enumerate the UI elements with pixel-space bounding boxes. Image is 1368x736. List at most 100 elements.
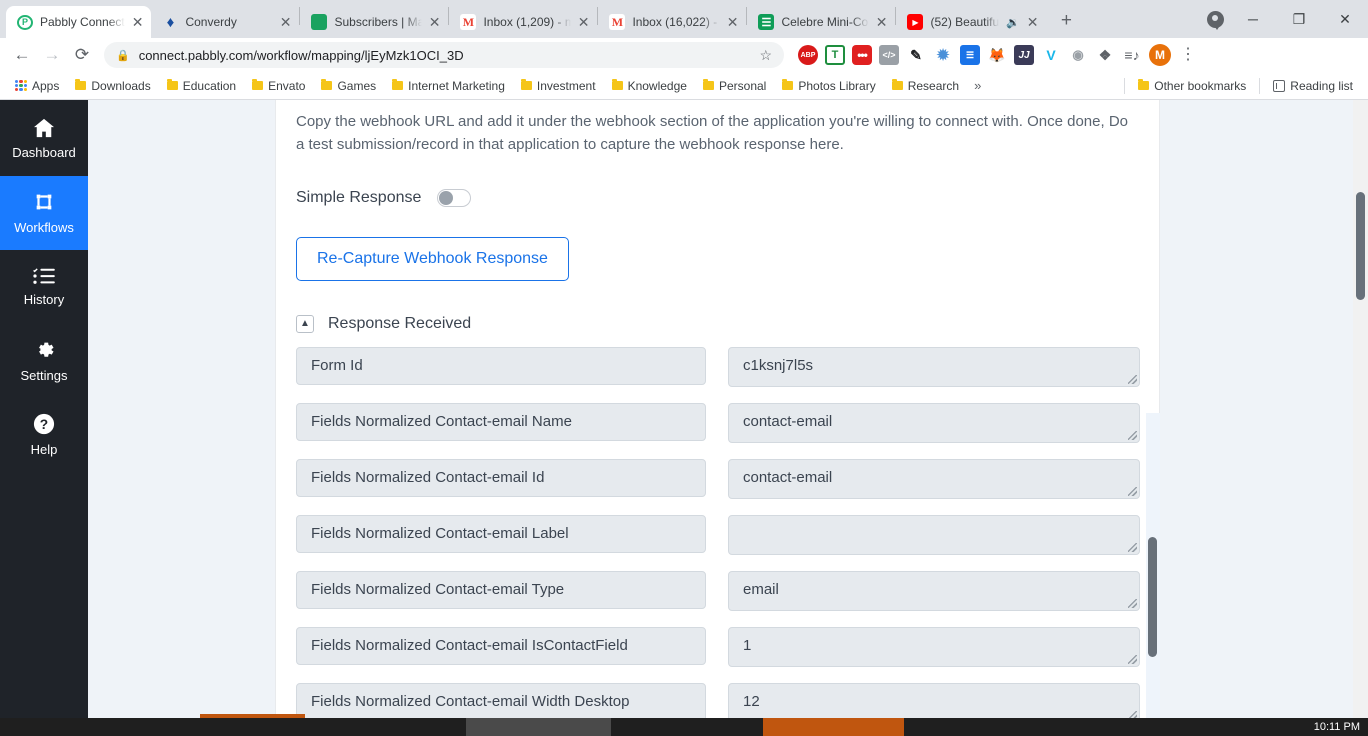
bookmark-downloads[interactable]: Downloads bbox=[68, 76, 157, 96]
response-list-scrollbar-thumb[interactable] bbox=[1148, 537, 1157, 657]
taskbar-segment[interactable] bbox=[904, 718, 1368, 736]
browser-tab[interactable]: M Inbox (16,022) - h ✕ bbox=[598, 6, 746, 38]
jj-icon[interactable]: JJ bbox=[1014, 45, 1034, 65]
list-check-icon bbox=[33, 267, 55, 285]
window-maximize-button[interactable]: ❐ bbox=[1276, 0, 1322, 38]
adblock-plus-icon[interactable]: ABP bbox=[798, 45, 818, 65]
avatar[interactable]: M bbox=[1149, 44, 1171, 66]
browser-tab[interactable]: Subscribers | Mai ✕ bbox=[300, 6, 448, 38]
bookmark-apps[interactable]: Apps bbox=[8, 76, 66, 96]
taskbar-segment[interactable] bbox=[0, 718, 466, 736]
tab-audio-muted-icon[interactable]: 🔉 bbox=[1006, 16, 1020, 29]
page-body: Copy the webhook URL and add it under th… bbox=[88, 100, 1368, 718]
bookmark-label: Research bbox=[907, 78, 960, 93]
response-field-value[interactable]: email bbox=[728, 570, 1140, 611]
bookmark-research[interactable]: Research bbox=[885, 76, 966, 96]
bookmark-games[interactable]: Games bbox=[314, 76, 383, 96]
tab-close-icon[interactable]: ✕ bbox=[1027, 15, 1039, 29]
bookmark-label: Other bookmarks bbox=[1154, 78, 1247, 93]
todoist-icon[interactable]: T bbox=[825, 45, 845, 65]
response-field-value[interactable]: 12 bbox=[728, 682, 1140, 718]
browser-menu-icon[interactable]: ⋮ bbox=[1178, 47, 1198, 63]
bookmark-label: Education bbox=[182, 78, 237, 93]
tab-close-icon[interactable]: ✕ bbox=[280, 15, 292, 29]
tab-close-icon[interactable]: ✕ bbox=[132, 15, 144, 29]
forward-button[interactable]: → bbox=[38, 41, 66, 69]
response-field-value[interactable]: contact-email bbox=[728, 402, 1140, 443]
response-field-key: Fields Normalized Contact-email Width De… bbox=[296, 682, 706, 718]
code-viewer-icon[interactable]: </> bbox=[879, 45, 899, 65]
reading-list-button[interactable]: Reading list bbox=[1266, 76, 1360, 96]
recapture-webhook-response-button[interactable]: Re-Capture Webhook Response bbox=[296, 236, 569, 281]
bookmark-photos-library[interactable]: Photos Library bbox=[775, 76, 882, 96]
bookmark-envato[interactable]: Envato bbox=[245, 76, 312, 96]
response-field-key: Fields Normalized Contact-email Label bbox=[296, 514, 706, 553]
browser-tab[interactable]: P Pabbly Connect ✕ bbox=[6, 6, 152, 38]
simple-response-toggle[interactable] bbox=[437, 188, 472, 207]
converdy-icon: ♦ bbox=[166, 14, 175, 30]
bookmarks-bar: Apps Downloads Education Envato Games In… bbox=[0, 72, 1368, 100]
tab-close-icon[interactable]: ✕ bbox=[876, 15, 888, 29]
sidebar-item-history[interactable]: History bbox=[0, 250, 88, 324]
bookmark-education[interactable]: Education bbox=[160, 76, 243, 96]
sidebar-item-dashboard[interactable]: Dashboard bbox=[0, 102, 88, 176]
vimeo-icon[interactable]: V bbox=[1041, 45, 1061, 65]
app-sidebar: Dashboard Workflows History Settings ? H… bbox=[0, 100, 88, 718]
sidebar-item-label: Workflows bbox=[14, 220, 74, 235]
taskbar-segment-active[interactable] bbox=[763, 718, 904, 736]
bookmark-label: Games bbox=[337, 78, 377, 93]
response-field-value[interactable]: 1 bbox=[728, 626, 1140, 667]
back-button[interactable]: ← bbox=[8, 41, 36, 69]
chevron-up-icon[interactable]: ▲ bbox=[296, 314, 314, 333]
response-list-scrollbar[interactable] bbox=[1146, 413, 1160, 718]
folder-icon bbox=[702, 79, 714, 90]
bookmarks-overflow-icon[interactable]: » bbox=[968, 75, 987, 96]
blue-tag-icon[interactable]: ☰ bbox=[960, 45, 980, 65]
page-scrollbar-thumb[interactable] bbox=[1356, 192, 1365, 300]
firefox-fox-icon[interactable]: 🦊 bbox=[987, 45, 1007, 65]
puzzle-piece-icon[interactable]: ❖ bbox=[1095, 45, 1115, 65]
lock-icon: 🔒 bbox=[116, 49, 130, 62]
bookmark-star-icon[interactable]: ☆ bbox=[759, 47, 772, 64]
profile-pin-icon[interactable] bbox=[1200, 0, 1230, 38]
reload-button[interactable]: ⟳ bbox=[68, 41, 96, 69]
address-bar[interactable]: 🔒 connect.pabbly.com/workflow/mapping/lj… bbox=[104, 42, 784, 68]
tab-close-icon[interactable]: ✕ bbox=[578, 15, 590, 29]
tab-title: Inbox (16,022) - h bbox=[632, 15, 720, 29]
bookmark-label: Personal bbox=[718, 78, 767, 93]
taskbar-segment[interactable] bbox=[466, 718, 611, 736]
sidebar-item-help[interactable]: ? Help bbox=[0, 398, 88, 472]
asterisk-icon[interactable]: ✹ bbox=[933, 45, 953, 65]
tab-close-icon[interactable]: ✕ bbox=[727, 15, 739, 29]
taskbar-segment[interactable] bbox=[611, 718, 763, 736]
bookmark-internet-marketing[interactable]: Internet Marketing bbox=[385, 76, 512, 96]
response-received-header: ▲ Response Received bbox=[296, 314, 1137, 333]
browser-tab[interactable]: ▶ (52) Beautiful 🔉 ✕ bbox=[896, 6, 1046, 38]
camera-icon[interactable]: ◉ bbox=[1068, 45, 1088, 65]
bookmark-knowledge[interactable]: Knowledge bbox=[605, 76, 694, 96]
response-field-row: Fields Normalized Contact-email Label bbox=[296, 514, 1140, 555]
color-picker-icon[interactable]: ✎ bbox=[906, 45, 926, 65]
response-field-value[interactable] bbox=[728, 514, 1140, 555]
window-minimize-button[interactable]: ─ bbox=[1230, 0, 1276, 38]
sidebar-item-settings[interactable]: Settings bbox=[0, 324, 88, 398]
browser-tab[interactable]: ☰ Celebre Mini-Cou ✕ bbox=[747, 6, 895, 38]
pabbly-icon: P bbox=[17, 14, 33, 30]
tab-close-icon[interactable]: ✕ bbox=[429, 15, 441, 29]
response-field-value[interactable]: c1ksnj7l5s bbox=[728, 346, 1140, 387]
taskbar-clock[interactable]: 10:11 PM bbox=[1314, 718, 1360, 736]
dots-recorder-icon[interactable]: ••• bbox=[852, 45, 872, 65]
browser-tab[interactable]: M Inbox (1,209) - m ✕ bbox=[449, 6, 597, 38]
window-close-button[interactable]: ✕ bbox=[1322, 0, 1368, 38]
bookmark-other-bookmarks[interactable]: Other bookmarks bbox=[1131, 76, 1253, 96]
bookmark-investment[interactable]: Investment bbox=[514, 76, 603, 96]
bookmark-personal[interactable]: Personal bbox=[696, 76, 773, 96]
new-tab-button[interactable]: + bbox=[1052, 7, 1080, 35]
browser-tab[interactable]: ♦ Converdy ✕ bbox=[151, 6, 299, 38]
playlist-icon[interactable]: ≡♪ bbox=[1122, 45, 1142, 65]
page-scrollbar[interactable] bbox=[1353, 100, 1368, 718]
folder-icon bbox=[520, 79, 532, 90]
response-field-value[interactable]: contact-email bbox=[728, 458, 1140, 499]
sidebar-item-label: Help bbox=[30, 442, 58, 457]
sidebar-item-workflows[interactable]: Workflows bbox=[0, 176, 88, 250]
